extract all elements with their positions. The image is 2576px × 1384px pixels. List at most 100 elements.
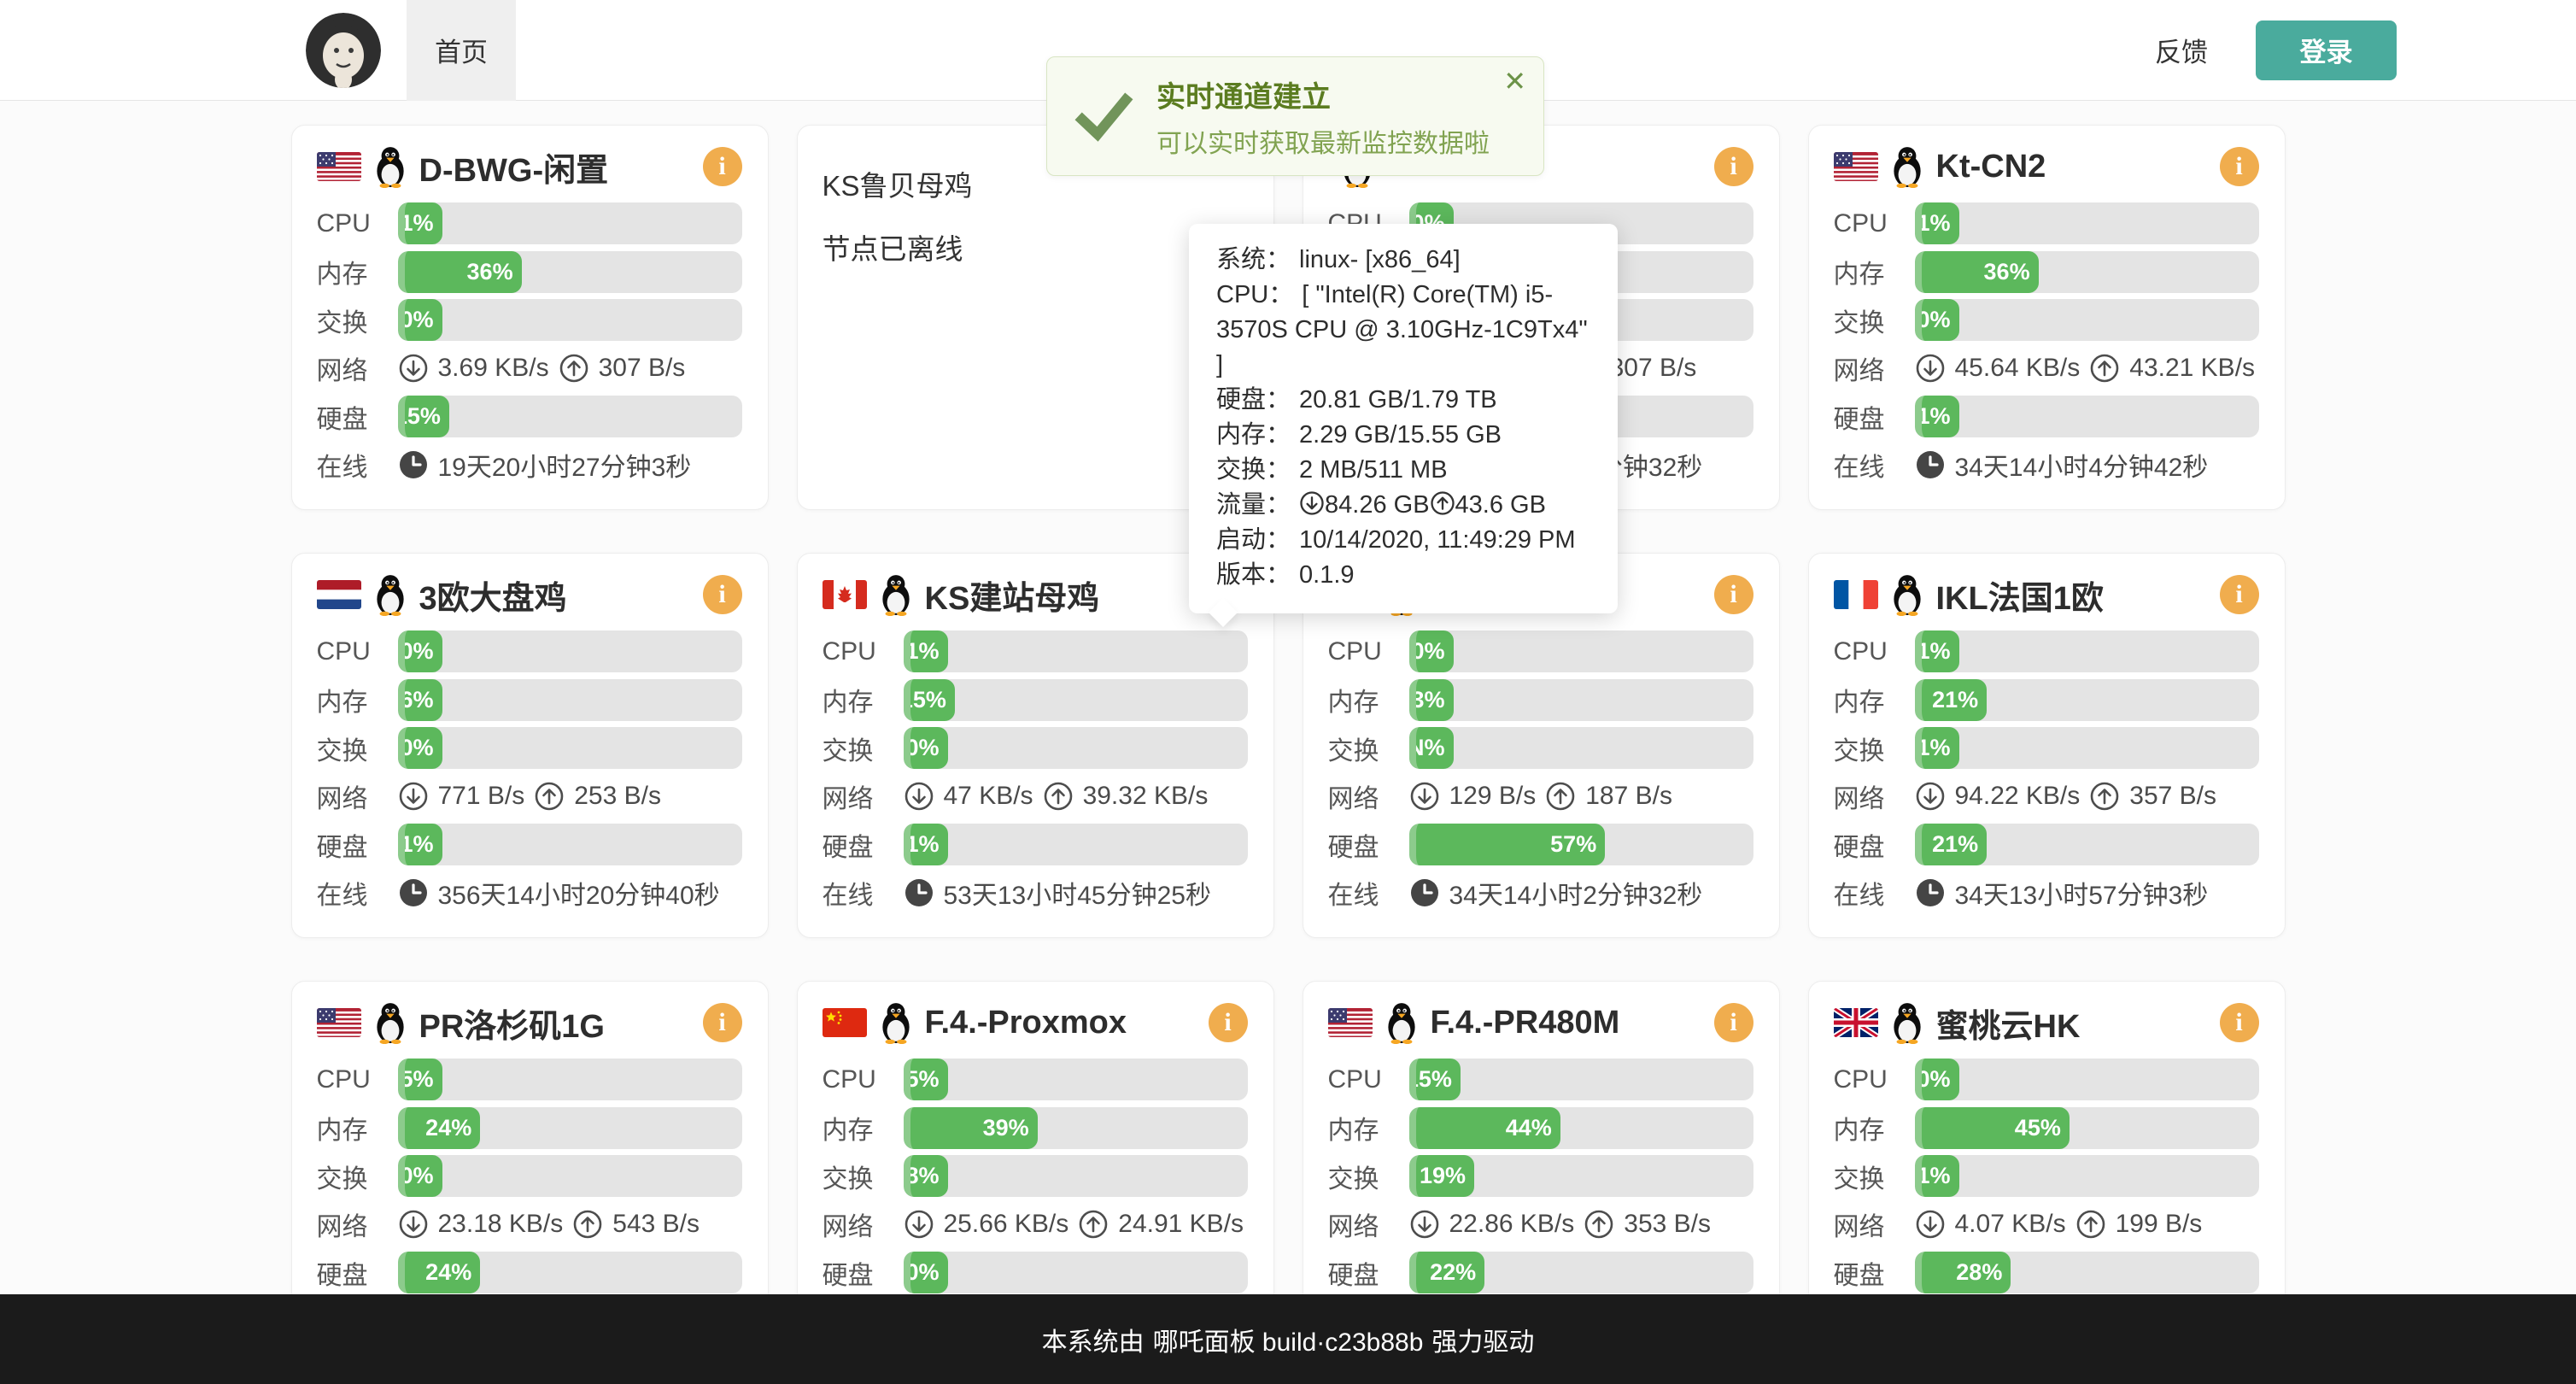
upload-arrow-icon [534,781,565,812]
disk-row: 硬盘 15% [317,396,742,437]
swap-label: 交换 [823,1158,904,1195]
disk-bar: 10% [904,1252,1248,1293]
online-row: 在线 34天13小时57分钟3秒 [1834,872,2259,914]
cpu-bar: 0% [1915,1059,2259,1100]
flag-slot [1834,580,1878,609]
memory-bar: 36% [1915,251,2259,293]
upload-arrow-icon [1545,781,1576,812]
network-label: 网络 [1328,1205,1409,1243]
info-icon[interactable] [2220,575,2259,614]
info-icon[interactable] [703,147,742,186]
cpu-bar-fill: 5% [904,1059,948,1100]
footer-panel-link[interactable]: 哪吒面板 build·c23b88b [1153,1321,1424,1358]
uptime-value: 356天14小时20分钟40秒 [398,874,720,912]
memory-bar: 6% [398,679,742,721]
cpu-row: CPU 5% [317,1059,742,1100]
download-speed: 22.86 KB/s [1449,1210,1575,1239]
server-card: IKL法国1欧 CPU 1% 内存 21% 交换 1% 网络 94.22 KB/… [1808,553,2286,938]
clock-icon [904,877,934,908]
uptime-text: 356天14小时20分钟40秒 [438,874,720,912]
swap-label: 交换 [317,1158,398,1195]
uptime-text: 34天14小时2分钟32秒 [1449,874,1703,912]
disk-row: 硬盘 22% [1328,1252,1753,1293]
cpu-row: CPU 1% [823,630,1248,672]
info-icon[interactable] [1714,575,1753,614]
memory-bar-fill: 3% [1409,679,1454,721]
download-speed: 94.22 KB/s [1955,782,2081,811]
footer: 本系统由 哪吒面板 build·c23b88b 强力驱动 [0,1294,2576,1384]
network-row: 网络 129 B/s 187 B/s [1328,776,1753,818]
network-label: 网络 [1328,777,1409,815]
network-row: 网络 94.22 KB/s 357 B/s [1834,776,2259,818]
memory-row: 内存 15% [823,679,1248,721]
cpu-bar: 1% [1915,202,2259,244]
close-icon[interactable]: ✕ [1503,67,1526,95]
disk-label: 硬盘 [823,1254,904,1292]
disk-label: 硬盘 [1834,1254,1915,1292]
upload-arrow-icon [2075,1209,2106,1240]
swap-bar: 0% [1915,299,2259,341]
clock-icon [1409,877,1440,908]
swap-bar-fill: 0% [398,1155,442,1197]
disk-bar-fill: 11% [1915,396,1959,437]
cpu-bar: 5% [398,1059,742,1100]
cpu-row: CPU 1% [317,202,742,244]
uptime-text: 53天13小时45分钟25秒 [944,874,1211,912]
upload-arrow-icon [1584,1209,1614,1240]
cpu-bar-fill: 1% [1915,630,1959,672]
flag-us-icon [1834,152,1878,181]
tooltip-row-version: 版本：0.1.9 [1216,558,1592,593]
disk-row: 硬盘 1% [317,824,742,865]
server-name: IKL法国1欧 [1936,572,2104,619]
memory-row: 内存 6% [317,679,742,721]
disk-label: 硬盘 [1328,1254,1409,1292]
memory-bar-fill: 24% [398,1107,481,1149]
swap-row: 交换 0% [1834,299,2259,341]
footer-suffix: 强力驱动 [1431,1321,1534,1358]
login-button[interactable]: 登录 [2256,21,2397,80]
feedback-link[interactable]: 反馈 [2155,31,2208,69]
site-logo-avatar[interactable] [306,13,381,88]
memory-label: 内存 [1834,253,1915,290]
memory-bar-fill: 6% [398,679,442,721]
memory-bar-fill: 44% [1409,1107,1560,1149]
server-card-header: KS建站母鸡 [823,569,1248,620]
info-icon[interactable] [2220,1003,2259,1042]
server-card-header: PR洛杉矶1G [317,997,742,1048]
clock-icon [1915,449,1946,480]
memory-bar: 21% [1915,679,2259,721]
info-icon[interactable] [2220,147,2259,186]
download-arrow-icon [904,1209,934,1240]
nav-tab-home[interactable]: 首页 [407,0,516,101]
upload-speed: 307 B/s [1610,354,1697,383]
upload-arrow-icon [559,353,589,384]
network-speeds: 47 KB/s 39.32 KB/s [904,781,1209,812]
server-stats: CPU 1% 内存 21% 交换 1% 网络 94.22 KB/s 357 B/… [1834,630,2259,914]
info-icon[interactable] [1714,147,1753,186]
info-icon[interactable] [703,575,742,614]
info-icon[interactable] [1714,1003,1753,1042]
cpu-bar-fill: 1% [398,202,442,244]
download-speed: 47 KB/s [944,782,1033,811]
memory-bar: 24% [398,1107,742,1149]
memory-row: 内存 3% [1328,679,1753,721]
uptime-value: 53天13小时45分钟25秒 [904,874,1211,912]
swap-bar: 0% [398,1155,742,1197]
info-icon[interactable] [703,1003,742,1042]
linux-tux-icon [878,1001,914,1044]
tooltip-row-boot: 启动：10/14/2020, 11:49:29 PM [1216,523,1592,558]
upload-speed: 253 B/s [574,782,661,811]
server-name: F.4.-Proxmox [925,1005,1127,1041]
swap-row: 交换 0% [823,727,1248,769]
online-row: 在线 19天20小时27分钟3秒 [317,444,742,486]
swap-bar-fill: 19% [1409,1155,1475,1197]
disk-label: 硬盘 [1328,826,1409,864]
info-icon[interactable] [1209,1003,1248,1042]
server-card-header: IKL法国1欧 [1834,569,2259,620]
swap-bar: 8% [904,1155,1248,1197]
cpu-label: CPU [1834,1065,1915,1094]
disk-row: 硬盘 28% [1834,1252,2259,1293]
cpu-label: CPU [317,637,398,666]
linux-tux-icon [372,573,408,616]
clock-icon [1915,877,1946,908]
